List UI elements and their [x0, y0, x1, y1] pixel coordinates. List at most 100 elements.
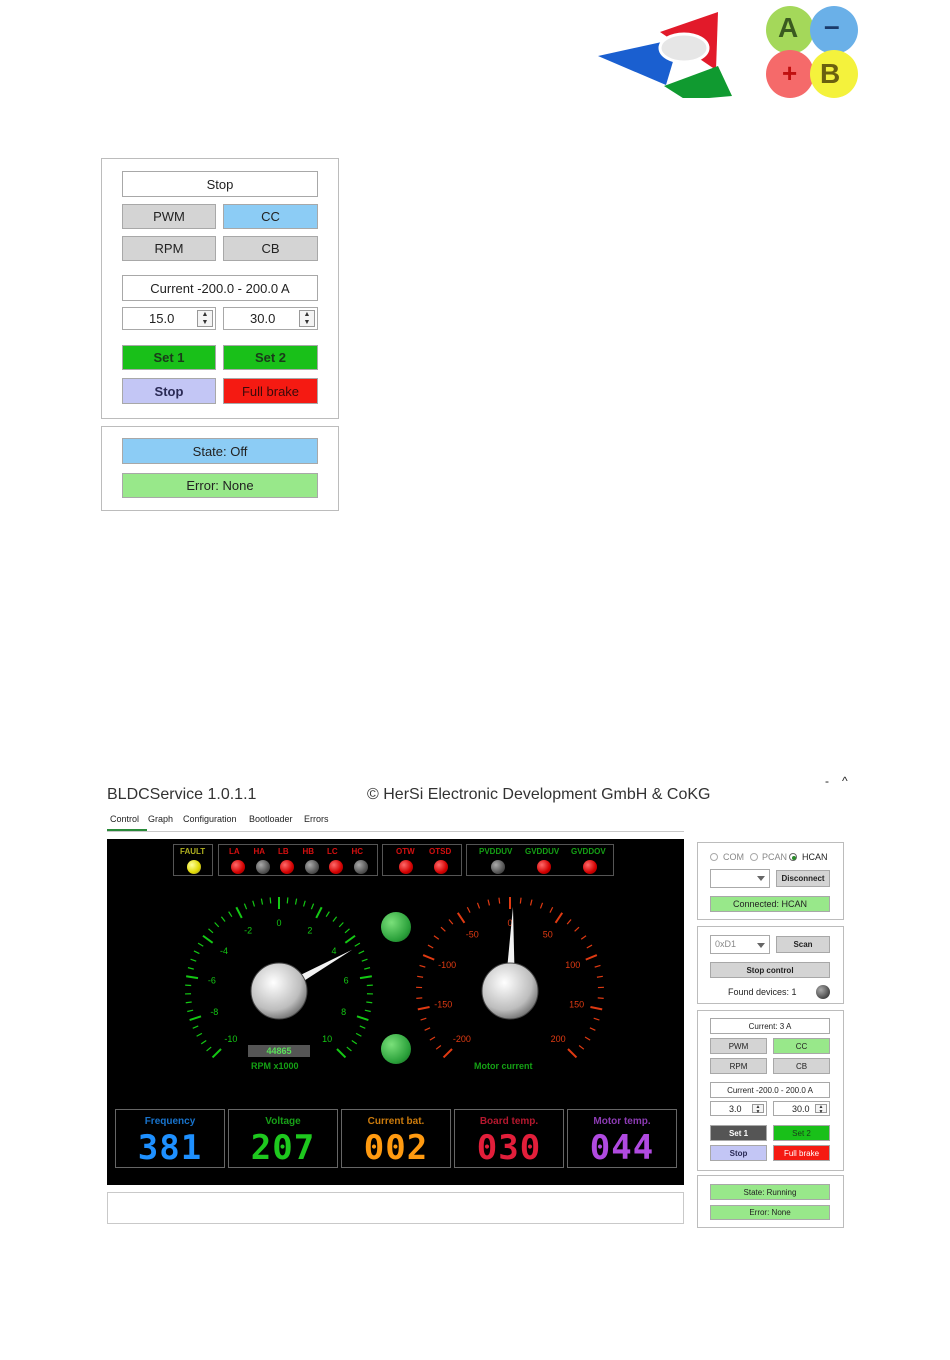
tab-errors[interactable]: Errors — [304, 814, 329, 824]
current-gauge-tick — [593, 1017, 600, 1021]
pwm-button[interactable]: PWM — [122, 204, 216, 229]
current-gauge-tick-label: 200 — [551, 1034, 566, 1044]
pwm-button-small[interactable]: PWM — [710, 1038, 767, 1054]
status-panel-large: State: Off Error: None — [101, 426, 339, 511]
meter-title: Motor temp. — [593, 1116, 651, 1127]
rpm-gauge-tick — [302, 900, 306, 907]
value2-spinbox[interactable]: 30.0 ▲ ▼ — [223, 307, 318, 330]
set2-button[interactable]: Set 2 — [223, 345, 318, 370]
rpm-gauge-tick — [269, 897, 272, 904]
temp-fault-group: OTW OTSD — [382, 844, 462, 876]
state-indicator: State: Off — [122, 438, 318, 464]
rpm-button-small[interactable]: RPM — [710, 1058, 767, 1074]
scan-button[interactable]: Scan — [776, 936, 830, 953]
value2-spinbox-small[interactable]: 30.0 ▲ ▼ — [773, 1101, 830, 1116]
meter-frequency: Frequency 381 — [115, 1109, 225, 1168]
radio-pcan-icon[interactable] — [750, 853, 758, 861]
fault-label-la: LA — [229, 847, 240, 856]
hersi-logo — [598, 12, 732, 98]
value1-spinbox[interactable]: 15.0 ▲ ▼ — [122, 307, 216, 330]
meter-digits: 381 — [137, 1128, 203, 1168]
stop-button[interactable]: Stop — [122, 378, 216, 404]
rpm-gauge-tick — [361, 958, 368, 962]
rpm-gauge-tick-label: 0 — [276, 918, 281, 928]
spin-arrows-icon[interactable]: ▲ ▼ — [752, 1104, 764, 1115]
current-gauge-tick — [584, 1036, 591, 1041]
minimize-button[interactable]: - — [825, 774, 829, 788]
rpm-gauge-tick — [286, 897, 289, 904]
address-select[interactable]: 0xD1 — [710, 935, 770, 954]
spin-arrows-icon[interactable]: ▲ ▼ — [299, 310, 315, 327]
rpm-gauge-tick-label: -6 — [208, 975, 216, 985]
stop-mode-button[interactable]: Stop — [122, 171, 318, 197]
fault-led — [187, 860, 201, 874]
rpm-gauge-hub — [250, 962, 308, 1020]
stop-control-button[interactable]: Stop control — [710, 962, 830, 978]
full-brake-button[interactable]: Full brake — [223, 378, 318, 404]
set1-button[interactable]: Set 1 — [122, 345, 216, 370]
value1-text: 15.0 — [149, 311, 175, 326]
radio-hcan-icon[interactable] — [789, 853, 797, 861]
message-box[interactable] — [107, 1192, 684, 1224]
cb-button[interactable]: CB — [223, 236, 318, 261]
rpm-gauge-tick — [228, 911, 233, 918]
current-gauge-hub — [481, 962, 539, 1020]
rpm-gauge-tick — [359, 975, 372, 980]
current-gauge-tick — [566, 919, 572, 925]
value2-text-small: 30.0 — [792, 1103, 810, 1114]
tab-control[interactable]: Control — [110, 814, 139, 824]
app-title: BLDCService 1.0.1.1 — [107, 786, 257, 803]
disconnect-button[interactable]: Disconnect — [776, 870, 830, 887]
spin-arrows-icon[interactable]: ▲ ▼ — [197, 310, 213, 327]
radio-com-label: COM — [723, 852, 744, 862]
rpm-gauge-tick-label: -4 — [220, 946, 228, 956]
rpm-gauge-tick-label: 4 — [332, 946, 337, 956]
rpm-gauge-tick-label: 6 — [344, 975, 349, 985]
rpm-gauge-tick — [336, 1048, 347, 1059]
cb-button-small[interactable]: CB — [773, 1058, 830, 1074]
maximize-button[interactable]: ^ — [842, 774, 848, 788]
current-gauge-tick — [498, 897, 501, 904]
current-gauge-tick — [585, 954, 598, 961]
spin-arrows-icon[interactable]: ▲ ▼ — [815, 1104, 827, 1115]
active-tab-indicator — [107, 829, 147, 831]
current-gauge-tick — [419, 964, 426, 968]
rpm-gauge-tick — [220, 916, 226, 922]
cc-button-small[interactable]: CC — [773, 1038, 830, 1054]
fault-led-la — [231, 860, 245, 874]
port-select[interactable] — [710, 869, 770, 888]
rpm-gauge-tick — [355, 1032, 362, 1037]
rpm-gauge-tick — [252, 900, 256, 907]
fault-led-lc — [329, 860, 343, 874]
rpm-gauge-tick — [202, 934, 214, 944]
meter-digits: 030 — [476, 1128, 542, 1168]
rpm-gauge-tick — [325, 911, 330, 918]
otw-led — [399, 860, 413, 874]
rpm-gauge-tick — [344, 928, 350, 934]
current-range-label-small: Current -200.0 - 200.0 A — [710, 1082, 830, 1098]
fault-led-gvddov — [583, 860, 597, 874]
logo-letter-b: B — [820, 58, 841, 89]
meter-digits: 207 — [250, 1128, 316, 1168]
set1-button-small[interactable]: Set 1 — [710, 1125, 767, 1141]
tab-graph[interactable]: Graph — [148, 814, 173, 824]
tab-bootloader[interactable]: Bootloader — [249, 814, 293, 824]
set2-button-small[interactable]: Set 2 — [773, 1125, 830, 1141]
connection-status: Connected: HCAN — [710, 896, 830, 912]
meter-title: Frequency — [144, 1116, 196, 1127]
dashboard: FAULT LA HA LB HB LC HC OTW OTSD PVDDUV GVDDUV… — [107, 839, 684, 1185]
current-gauge-tick — [433, 935, 440, 940]
radio-com-icon[interactable] — [710, 853, 718, 861]
current-gauge-tick — [574, 926, 580, 932]
full-brake-button-small[interactable]: Full brake — [773, 1145, 830, 1161]
ab-logo: A – + B — [766, 6, 858, 100]
stop-button-small[interactable]: Stop — [710, 1145, 767, 1161]
tab-configuration[interactable]: Configuration — [183, 814, 237, 824]
control-panel-large: Stop PWM CC RPM CB Current -200.0 - 200.… — [101, 158, 339, 419]
rpm-gauge-tick-label: -8 — [210, 1007, 218, 1017]
cc-button[interactable]: CC — [223, 204, 318, 229]
rpm-button[interactable]: RPM — [122, 236, 216, 261]
value1-spinbox-small[interactable]: 3.0 ▲ ▼ — [710, 1101, 767, 1116]
connection-panel: COM PCAN HCAN Disconnect Connected: HCAN — [697, 842, 844, 920]
current-gauge-tick — [429, 1036, 436, 1041]
